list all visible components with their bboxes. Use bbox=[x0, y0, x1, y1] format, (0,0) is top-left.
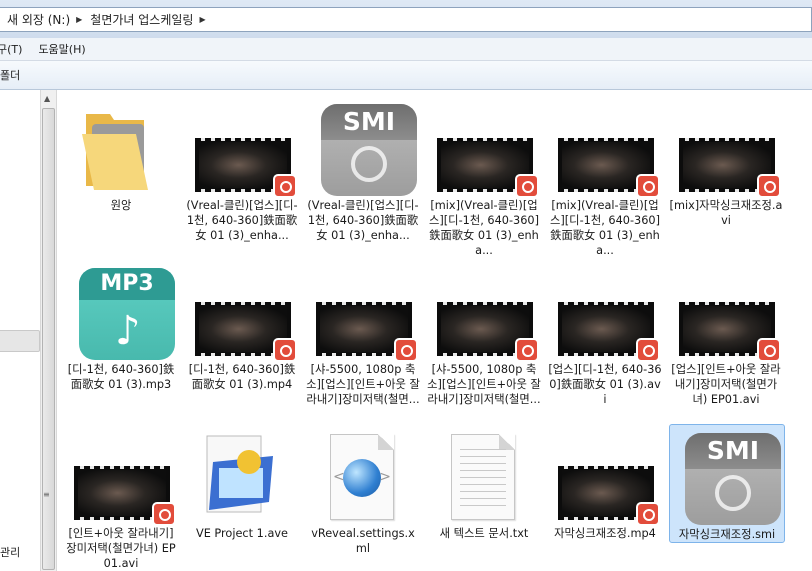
xml-file-icon: < > bbox=[330, 434, 394, 520]
toolbar: 폴더 bbox=[0, 61, 812, 90]
file-item[interactable]: [샤-5500, 1080p 축소][업스][인트+아웃 잘라내기]장미저택(철… bbox=[306, 260, 420, 407]
smi-subtitle-icon: SMI bbox=[321, 104, 417, 196]
file-item[interactable]: VE Project 1.ave bbox=[185, 424, 299, 541]
gom-player-badge-icon bbox=[636, 338, 660, 362]
gom-player-badge-icon bbox=[515, 338, 539, 362]
file-grid: 원앙 (Vreal-클린)[업스][디-1천, 640-360]鉄面歌女 01 (… bbox=[58, 90, 812, 571]
menu-help[interactable]: 도움말(H) bbox=[38, 41, 85, 57]
file-name: 자막싱크재조정.smi bbox=[678, 528, 776, 541]
file-name: 자막싱크재조정.mp4 bbox=[554, 527, 656, 540]
gom-player-badge-icon bbox=[757, 338, 781, 362]
smi-icon-text: SMI bbox=[685, 433, 781, 469]
file-name: [샤-5500, 1080p 축소][업스][인트+아웃 잘라내기]장미저택(철… bbox=[427, 363, 541, 406]
gom-player-badge-icon bbox=[636, 174, 660, 198]
file-item[interactable]: MP3 ♪ [디-1천, 640-360]鉄面歌女 01 (3).mp3 bbox=[64, 260, 178, 392]
new-folder-button[interactable]: 폴더 bbox=[0, 67, 20, 83]
video-thumbnail-icon bbox=[437, 138, 539, 198]
gom-player-badge-icon bbox=[757, 174, 781, 198]
video-thumbnail-icon bbox=[195, 138, 297, 198]
file-item[interactable]: [mix](Vreal-클린)[업스][디-1천, 640-360]鉄面歌女 0… bbox=[548, 96, 662, 258]
file-name: [디-1천, 640-360]鉄面歌女 01 (3).mp3 bbox=[67, 363, 175, 391]
file-item[interactable]: < > vReveal.settings.xml bbox=[306, 424, 420, 556]
video-thumbnail-icon bbox=[558, 466, 660, 526]
gom-player-badge-icon bbox=[636, 502, 660, 526]
menu-tools[interactable]: 구(T) bbox=[0, 41, 22, 57]
nav-scrollbar[interactable]: ▲ ≡ bbox=[40, 90, 57, 571]
file-item[interactable]: SMI (Vreal-클린)[업스][디-1천, 640-360]鉄面歌女 01 … bbox=[306, 96, 420, 243]
file-item[interactable]: 자막싱크재조정.mp4 bbox=[548, 424, 662, 541]
smi-icon-text: SMI bbox=[321, 104, 417, 140]
gom-player-badge-icon bbox=[515, 174, 539, 198]
file-item[interactable]: [mix]자막싱크재조정.avi bbox=[669, 96, 783, 228]
scroll-thumb[interactable] bbox=[42, 108, 55, 570]
file-name: (Vreal-클린)[업스][디-1천, 640-360]鉄面歌女 01 (3)… bbox=[307, 199, 419, 242]
gom-player-badge-icon bbox=[394, 338, 418, 362]
video-thumbnail-icon bbox=[679, 302, 781, 362]
menu-bar: 구(T) 도움말(H) bbox=[0, 38, 812, 61]
file-name: [인트+아웃 잘라내기]장미저택(철면가녀) EP01.avi bbox=[66, 527, 176, 570]
video-thumbnail-icon bbox=[437, 302, 539, 362]
file-name: VE Project 1.ave bbox=[195, 527, 289, 540]
file-name: [샤-5500, 1080p 축소][업스][인트+아웃 잘라내기]장미저택(철… bbox=[306, 363, 420, 406]
file-item[interactable]: 새 텍스트 문서.txt bbox=[427, 424, 541, 541]
file-name: [mix](Vreal-클린)[업스][디-1천, 640-360]鉄面歌女 0… bbox=[549, 199, 661, 257]
folder-icon bbox=[82, 114, 148, 190]
file-name: [업스][인트+아웃 잘라내기]장미저택(철면가녀) EP01.avi bbox=[671, 363, 781, 406]
nav-selected-item[interactable] bbox=[0, 330, 40, 352]
video-thumbnail-icon bbox=[679, 138, 781, 198]
file-item[interactable]: [인트+아웃 잘라내기]장미저택(철면가녀) EP01.avi bbox=[64, 424, 178, 571]
file-name: vReveal.settings.xml bbox=[311, 527, 415, 555]
breadcrumb[interactable]: 새 외장 (N:) ▶ 철면가녀 업스케일링 ▶ bbox=[0, 7, 812, 32]
project-file-icon bbox=[206, 435, 273, 513]
file-item[interactable]: (Vreal-클린)[업스][디-1천, 640-360]鉄面歌女 01 (3)… bbox=[185, 96, 299, 243]
file-item[interactable]: [업스][인트+아웃 잘라내기]장미저택(철면가녀) EP01.avi bbox=[669, 260, 783, 407]
smi-subtitle-icon: SMI bbox=[685, 433, 781, 525]
file-name: 원앙 bbox=[110, 199, 132, 212]
file-item[interactable]: 원앙 bbox=[64, 96, 178, 213]
file-item[interactable]: [업스][디-1천, 640-360]鉄面歌女 01 (3).avi bbox=[548, 260, 662, 407]
file-item[interactable]: [디-1천, 640-360]鉄面歌女 01 (3).mp4 bbox=[185, 260, 299, 392]
breadcrumb-drive[interactable]: 새 외장 (N:) bbox=[0, 11, 76, 28]
file-name: [디-1천, 640-360]鉄面歌女 01 (3).mp4 bbox=[188, 363, 296, 391]
address-bar: 새 외장 (N:) ▶ 철면가녀 업스케일링 ▶ bbox=[0, 0, 812, 39]
navigation-pane[interactable] bbox=[0, 90, 40, 571]
file-name: [mix](Vreal-클린)[업스][디-1천, 640-360]鉄面歌女 0… bbox=[428, 199, 540, 257]
file-item[interactable]: [mix](Vreal-클린)[업스][디-1천, 640-360]鉄面歌女 0… bbox=[427, 96, 541, 258]
file-item[interactable]: [샤-5500, 1080p 축소][업스][인트+아웃 잘라내기]장미저택(철… bbox=[427, 260, 541, 407]
mp3-icon-text: MP3 bbox=[79, 268, 175, 300]
video-thumbnail-icon bbox=[558, 138, 660, 198]
video-thumbnail-icon bbox=[558, 302, 660, 362]
file-name: [mix]자막싱크재조정.avi bbox=[669, 199, 783, 227]
scroll-up-icon[interactable]: ▲ bbox=[44, 94, 50, 103]
gom-player-badge-icon bbox=[273, 338, 297, 362]
chevron-right-icon[interactable]: ▶ bbox=[199, 15, 205, 24]
file-name: (Vreal-클린)[업스][디-1천, 640-360]鉄面歌女 01 (3)… bbox=[186, 199, 298, 242]
mp3-audio-icon: MP3 ♪ bbox=[79, 268, 175, 360]
video-thumbnail-icon bbox=[316, 302, 418, 362]
file-item[interactable]: SMI 자막싱크재조정.smi bbox=[669, 424, 785, 543]
grip-icon: ≡ bbox=[43, 490, 50, 499]
gom-player-badge-icon bbox=[152, 502, 176, 526]
text-file-icon bbox=[451, 434, 515, 520]
video-thumbnail-icon bbox=[74, 466, 176, 526]
file-name: [업스][디-1천, 640-360]鉄面歌女 01 (3).avi bbox=[548, 363, 662, 406]
gom-player-badge-icon bbox=[273, 174, 297, 198]
breadcrumb-folder[interactable]: 철면가녀 업스케일링 bbox=[82, 11, 199, 28]
file-name: 새 텍스트 문서.txt bbox=[439, 527, 529, 540]
nav-item-manage[interactable]: 관리 bbox=[0, 544, 20, 560]
video-thumbnail-icon bbox=[195, 302, 297, 362]
